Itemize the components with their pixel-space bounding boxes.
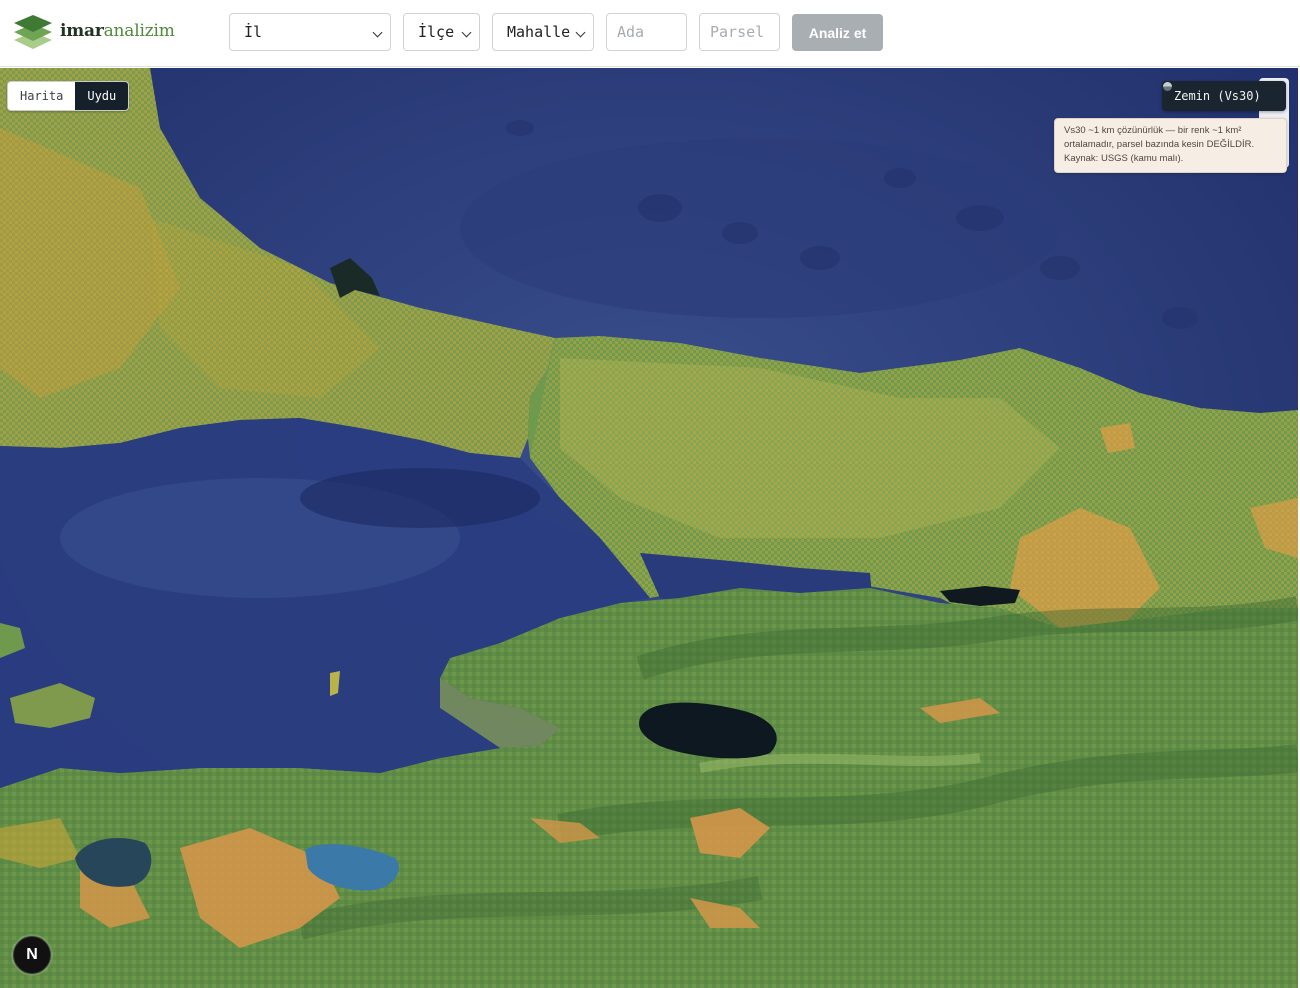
chevron-down-icon [461, 27, 472, 38]
neighborhood-select-value: Mahalle [507, 23, 571, 41]
soil-layer-label: Zemin (Vs30) [1174, 89, 1261, 103]
analyze-button[interactable]: Analiz et [792, 14, 883, 51]
brand-name[interactable]: imaranalizim [60, 21, 175, 41]
nextjs-icon[interactable]: N [13, 936, 51, 974]
layer-icon [1163, 82, 1172, 91]
top-bar: imaranalizim İl İlçe Mahalle Analiz et [0, 0, 1300, 67]
map-canvas[interactable]: Harita Uydu Zemin (Vs30) Vs30 ~1 km çözü… [0, 68, 1298, 988]
block-input[interactable] [606, 13, 687, 51]
soil-layer-button[interactable]: Zemin (Vs30) [1162, 81, 1286, 111]
basemap-toggle: Harita Uydu [7, 81, 130, 111]
chevron-down-icon [372, 27, 383, 38]
brand-name-part1: imar [60, 21, 104, 41]
basemap-option-map[interactable]: Harita [8, 82, 75, 110]
province-select-value: İl [244, 23, 263, 41]
satellite-vs30-map[interactable] [0, 68, 1298, 988]
neighborhood-select[interactable]: Mahalle [492, 13, 594, 51]
province-select[interactable]: İl [229, 13, 391, 51]
district-select[interactable]: İlçe [403, 13, 480, 51]
district-select-value: İlçe [418, 23, 455, 41]
brand-name-part2: analizim [103, 21, 175, 41]
basemap-option-satellite[interactable]: Uydu [75, 82, 129, 110]
chevron-down-icon [575, 27, 586, 38]
resolution-notice: Vs30 ~1 km çözünürlük — bir renk ~1 km² … [1054, 118, 1287, 173]
logo-layers-icon[interactable] [12, 12, 54, 52]
parcel-input[interactable] [699, 13, 780, 51]
